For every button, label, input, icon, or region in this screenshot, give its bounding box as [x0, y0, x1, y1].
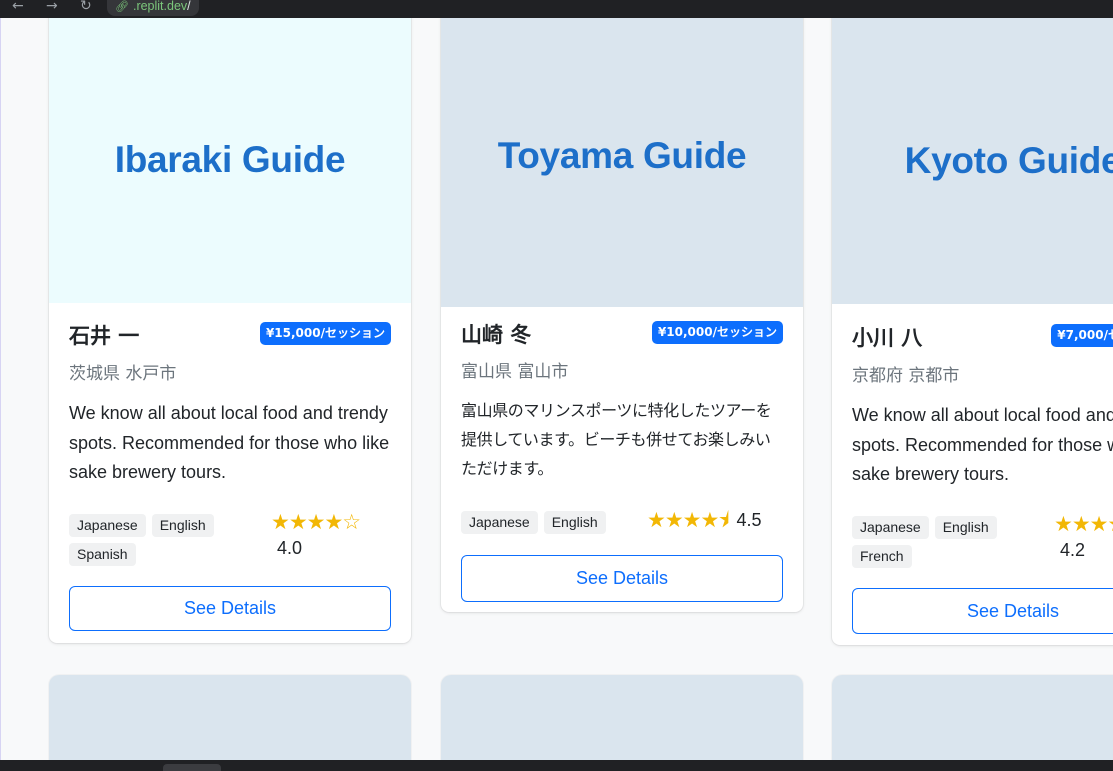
guide-card-image-text: Ibaraki Guide [114, 138, 346, 180]
language-tags: Japanese English French [852, 516, 1052, 568]
rating-value: 4.0 [277, 538, 303, 558]
language-tag: Japanese [461, 511, 538, 534]
rating-value: 4.2 [1060, 540, 1086, 560]
guide-description: We know all about local food and trendy … [69, 403, 390, 482]
guide-card-placeholder [441, 675, 803, 760]
guide-card: Ibaraki Guide 石井 一 ¥15,000/セッション 茨城県 水戸市… [49, 18, 411, 643]
guide-card-image-text: Kyoto Guide [904, 140, 1113, 181]
guide-card: Kyoto Guide 小川 八 ¥7,000/セッション 京都府 京都市 We… [832, 18, 1113, 645]
see-details-button[interactable]: See Details [461, 555, 783, 602]
guide-description: 富山県のマリンスポーツに特化したツアーを提供しています。ビーチも併せてお楽しみい… [461, 401, 772, 478]
language-tag: Japanese [69, 514, 146, 537]
language-tag: French [852, 545, 912, 568]
guide-location: 茨城県 水戸市 [69, 364, 177, 384]
guide-card-placeholder [832, 675, 1113, 760]
guide-location: 富山県 富山市 [461, 362, 569, 382]
guide-location: 京都府 京都市 [852, 366, 960, 386]
rating: ★★★★⯨ 4.5 [647, 509, 761, 531]
back-icon[interactable]: ← [12, 0, 24, 15]
guide-description: We know all about local food and trendy … [852, 405, 1113, 484]
forward-icon[interactable]: → [46, 0, 58, 15]
rating-value: 4.5 [736, 510, 762, 530]
star-rating-icon: ★★★★⯨ [647, 508, 729, 532]
language-tags: Japanese English Spanish [69, 514, 269, 566]
language-tag: Spanish [69, 543, 136, 566]
price-badge: ¥15,000/セッション [259, 322, 391, 345]
guide-name: 小川 八 [852, 326, 923, 350]
language-tag: English [151, 514, 214, 537]
see-details-button[interactable]: See Details [852, 588, 1113, 634]
guide-card-image: Ibaraki Guide [49, 18, 411, 303]
guide-card-image-text: Toyama Guide [497, 134, 747, 176]
star-rating-icon: ★★★★☆ [1054, 512, 1113, 536]
link-icon: 🔗︎ [115, 0, 129, 13]
browser-toolbar: ← → ↻ 🔗︎ .replit.dev/ [0, 0, 1113, 18]
guide-card: Toyama Guide 山崎 冬 ¥10,000/セッション 富山県 富山市 … [441, 18, 803, 612]
reload-icon[interactable]: ↻ [80, 0, 92, 15]
language-tag: Japanese [852, 516, 929, 539]
language-tag: English [934, 516, 997, 539]
price-badge: ¥10,000/セッション [651, 321, 783, 344]
star-rating-icon: ★★★★☆ [271, 510, 361, 534]
guide-name: 石井 一 [69, 324, 140, 348]
price-badge: ¥7,000/セッション [1051, 324, 1113, 347]
guide-card-placeholder [49, 675, 411, 760]
guide-card-image: Kyoto Guide [832, 18, 1113, 304]
guide-name: 山崎 冬 [461, 323, 532, 347]
address-bar[interactable]: 🔗︎ .replit.dev/ [107, 0, 199, 16]
rating: ★★★★☆ 4.0 [271, 510, 361, 559]
see-details-button[interactable]: See Details [69, 586, 391, 631]
page-content: Ibaraki Guide 石井 一 ¥15,000/セッション 茨城県 水戸市… [0, 18, 1113, 760]
url-text: .replit.dev/ [132, 0, 191, 13]
rating: ★★★★☆ 4.2 [1054, 513, 1113, 561]
taskbar [0, 760, 1113, 771]
guide-card-image: Toyama Guide [441, 18, 803, 307]
taskbar-button[interactable] [163, 764, 221, 771]
language-tags: Japanese English [461, 511, 661, 534]
language-tag: English [543, 511, 606, 534]
